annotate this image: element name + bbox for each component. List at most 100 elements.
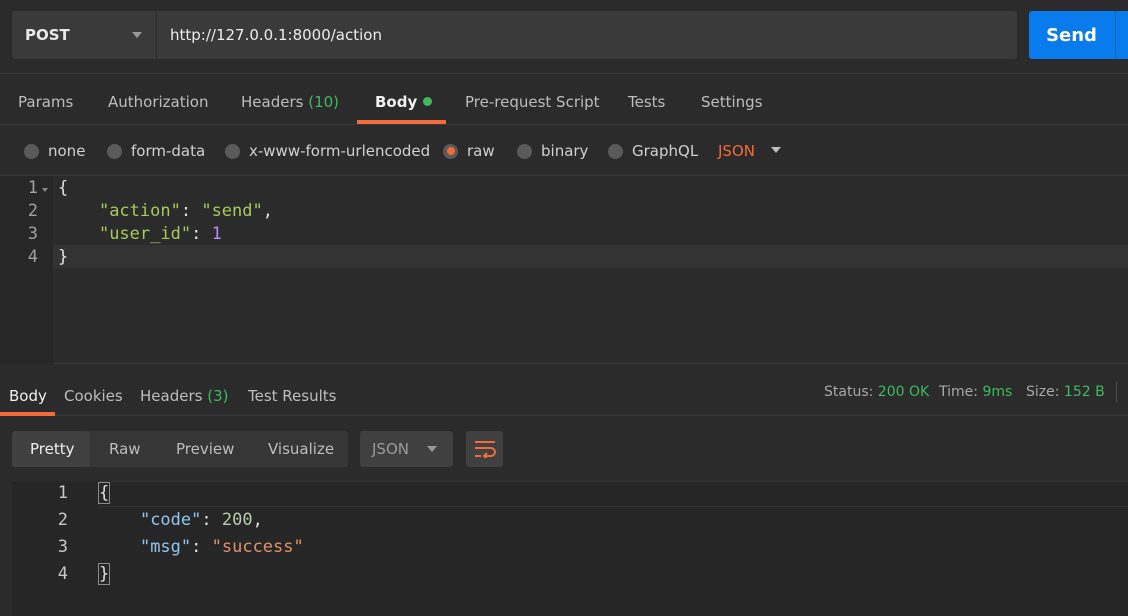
active-tab-indicator <box>357 120 446 124</box>
headers-count: (10) <box>308 93 340 111</box>
time-label: Time: <box>939 384 978 400</box>
response-tab-headers[interactable]: Headers (3) <box>140 365 228 416</box>
radio-circle <box>608 143 623 159</box>
view-label: Pretty <box>30 440 75 458</box>
view-raw-button[interactable]: Raw <box>109 431 141 467</box>
size-readout: Size: 152 B <box>1026 384 1105 400</box>
json-value: "send" <box>201 201 263 221</box>
json-sep: : <box>180 201 202 221</box>
body-type-options: none form-data x-www-form-urlencoded raw… <box>0 126 1128 176</box>
radio-label: binary <box>541 142 589 160</box>
open-brace: { <box>58 178 69 198</box>
open-brace: { <box>97 482 111 504</box>
view-pretty-button[interactable]: Pretty <box>12 431 90 467</box>
json-value: 1 <box>211 224 222 244</box>
radio-circle-selected <box>443 143 458 159</box>
status-readout: Status: 200 OK <box>824 384 929 400</box>
tab-label: Settings <box>701 93 763 111</box>
view-preview-button[interactable]: Preview <box>176 431 234 467</box>
line-number: 1 <box>57 483 68 503</box>
json-key: "code" <box>139 510 202 530</box>
radio-circle <box>517 143 532 159</box>
send-split-divider <box>1115 11 1116 59</box>
code-line: "action": "send", <box>58 201 273 221</box>
radio-graphql[interactable]: GraphQL <box>608 126 698 176</box>
wrap-lines-icon <box>474 441 496 458</box>
body-format-label: JSON <box>718 142 755 160</box>
radio-form-data[interactable]: form-data <box>107 126 205 176</box>
tab-label: Params <box>18 93 74 111</box>
radio-circle <box>225 143 240 159</box>
radio-label: raw <box>467 142 495 160</box>
view-label: Raw <box>109 440 141 458</box>
tab-params[interactable]: Params <box>18 74 73 125</box>
method-label: POST <box>25 26 70 44</box>
json-comma: , <box>262 201 273 221</box>
radio-binary[interactable]: binary <box>517 126 588 176</box>
time-readout: Time: 9ms <box>939 384 1012 400</box>
code-line: "user_id": 1 <box>58 224 222 244</box>
status-label: Status: <box>824 384 874 400</box>
radio-label: none <box>48 142 86 160</box>
json-key: "action" <box>98 201 181 221</box>
size-value: 152 B <box>1063 384 1105 400</box>
divider <box>1116 381 1117 403</box>
line-number: 3 <box>27 224 38 244</box>
active-response-tab-indicator <box>0 412 55 416</box>
tab-label: Pre-request Script <box>465 93 600 111</box>
json-key: "msg" <box>139 537 192 557</box>
tab-label: Test Results <box>248 387 337 405</box>
request-tabs: Params Authorization Headers (10) Body P… <box>0 74 1128 125</box>
tab-label: Tests <box>628 93 666 111</box>
active-line-highlight <box>53 245 1128 268</box>
response-tab-cookies[interactable]: Cookies <box>64 365 123 416</box>
tab-tests[interactable]: Tests <box>628 74 665 125</box>
response-view-group: Pretty Raw Preview Visualize <box>12 431 348 467</box>
close-brace: } <box>58 247 69 267</box>
time-value: 9ms <box>982 384 1013 400</box>
radio-x-www-form-urlencoded[interactable]: x-www-form-urlencoded <box>225 126 430 176</box>
tab-pre-request-script[interactable]: Pre-request Script <box>465 74 600 125</box>
request-body-editor[interactable]: 1 2 3 4 { "action": "send", "user_id": 1… <box>0 176 1128 364</box>
close-brace: } <box>97 563 111 585</box>
json-value: "success" <box>211 537 304 557</box>
tab-body[interactable]: Body <box>375 74 433 125</box>
request-bar: POST http://127.0.0.1:8000/action Send <box>0 0 1128 74</box>
view-label: Preview <box>176 440 235 458</box>
status-value: 200 OK <box>877 384 930 400</box>
json-sep: : <box>201 510 222 530</box>
chevron-down-icon <box>132 32 142 38</box>
response-tab-body[interactable]: Body <box>9 365 47 416</box>
tab-headers[interactable]: Headers (10) <box>241 74 339 125</box>
json-comma: , <box>252 510 263 530</box>
code-line: } <box>97 563 111 585</box>
line-number: 4 <box>57 564 68 584</box>
response-tab-test-results[interactable]: Test Results <box>248 365 336 416</box>
line-number: 2 <box>27 201 38 221</box>
chevron-down-icon[interactable] <box>771 147 781 153</box>
response-format-select[interactable]: JSON <box>360 431 453 467</box>
code-line: "msg": "success" <box>99 537 304 557</box>
modified-dot-icon <box>423 97 433 106</box>
url-text: http://127.0.0.1:8000/action <box>170 26 382 44</box>
send-button[interactable]: Send <box>1029 11 1128 59</box>
radio-label: x-www-form-urlencoded <box>249 142 431 160</box>
line-number: 3 <box>57 537 68 557</box>
wrap-lines-button[interactable] <box>466 431 503 467</box>
tab-settings[interactable]: Settings <box>701 74 763 125</box>
method-select[interactable]: POST <box>12 11 156 59</box>
send-label: Send <box>1046 24 1097 46</box>
body-format-select[interactable]: JSON <box>718 142 755 160</box>
radio-label: form-data <box>131 142 206 160</box>
line-number: 1 <box>27 178 38 198</box>
fold-arrow-icon[interactable] <box>42 188 48 192</box>
radio-none[interactable]: none <box>24 126 85 176</box>
chevron-down-icon <box>427 446 437 452</box>
response-body-viewer[interactable]: 1 2 3 4 { "code": 200, "msg": "success" … <box>12 481 1128 616</box>
tab-label: Headers <box>241 93 304 111</box>
url-input[interactable]: http://127.0.0.1:8000/action <box>156 11 1017 59</box>
view-visualize-button[interactable]: Visualize <box>268 431 334 467</box>
tab-authorization[interactable]: Authorization <box>108 74 208 125</box>
radio-circle <box>24 143 39 159</box>
radio-raw[interactable]: raw <box>443 126 495 176</box>
